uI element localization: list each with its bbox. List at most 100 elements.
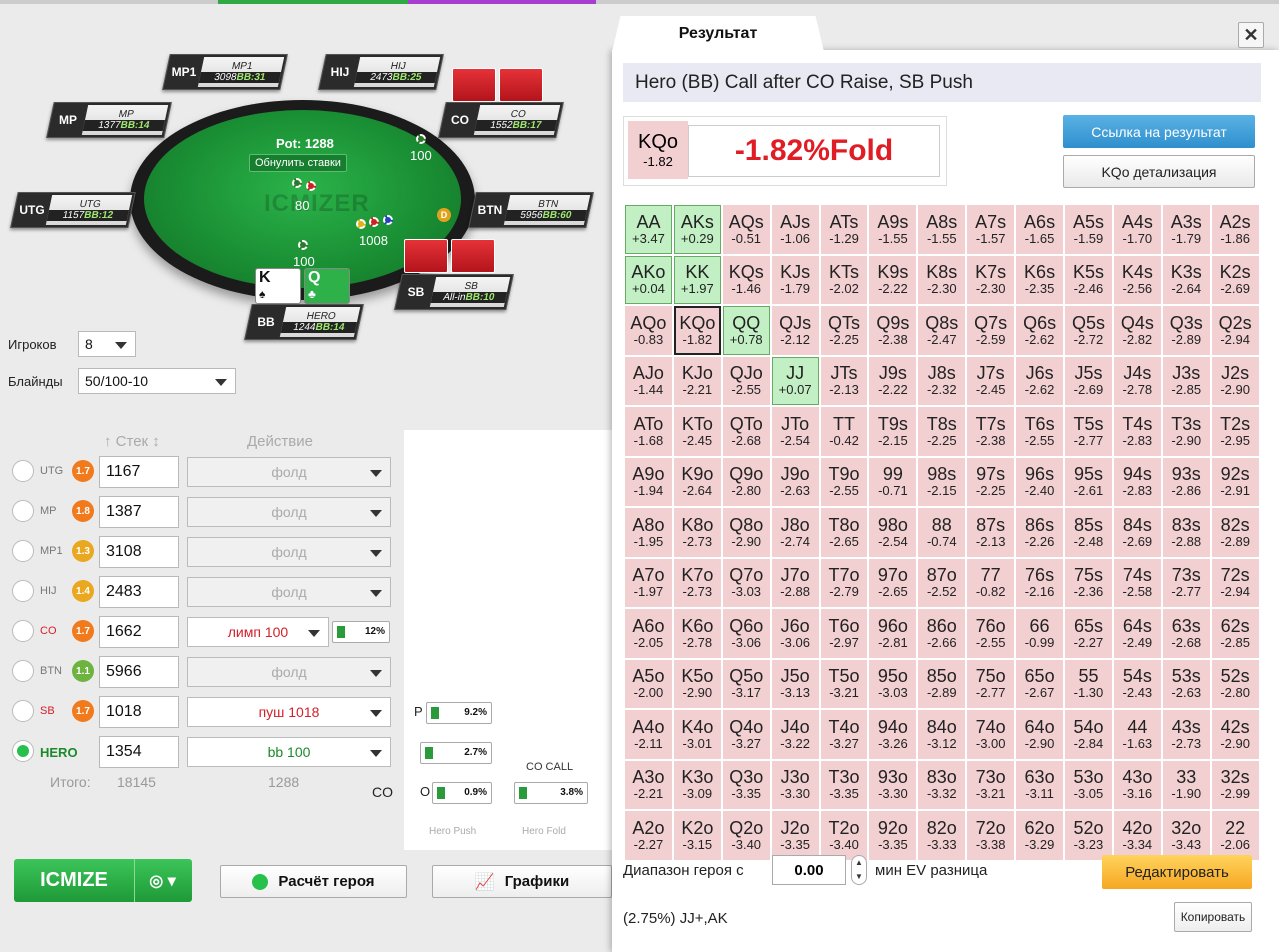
hand-cell[interactable]: J3o -3.30	[771, 760, 819, 809]
hand-cell[interactable]: AKo +0.04	[625, 255, 672, 304]
hand-cell[interactable]: 73s -2.77	[1162, 558, 1210, 607]
hand-cell[interactable]: QJo -2.55	[722, 356, 770, 405]
hand-cell[interactable]: Q6o -3.06	[722, 609, 770, 658]
hand-cell[interactable]: T3o -3.35	[820, 760, 868, 809]
hand-cell[interactable]: T7o -2.79	[820, 558, 868, 607]
hand-cell[interactable]: 87o -2.52	[918, 558, 966, 607]
hand-cell[interactable]: 93o -3.30	[869, 760, 917, 809]
hand-cell[interactable]: Q2o -3.40	[722, 811, 770, 860]
stack-header[interactable]: ↑ Стек ↕	[104, 433, 160, 450]
hand-cell[interactable]: 52o -3.23	[1065, 811, 1112, 860]
hand-cell[interactable]: AJs -1.06	[771, 205, 819, 254]
hand-cell[interactable]: T8o -2.65	[820, 508, 868, 557]
hand-cell[interactable]: 84s -2.69	[1113, 508, 1161, 557]
hand-cell[interactable]: A3o -2.21	[625, 760, 672, 809]
hand-cell[interactable]: AA +3.47	[625, 205, 672, 254]
hand-cell[interactable]: 53s -2.63	[1162, 659, 1210, 708]
hand-cell[interactable]: J5s -2.69	[1065, 356, 1112, 405]
hand-cell[interactable]: 66 -0.99	[1016, 609, 1064, 658]
hand-cell[interactable]: QJs -2.12	[771, 306, 819, 355]
hand-cell[interactable]: 72s -2.94	[1211, 558, 1259, 607]
target-dropdown-icon[interactable]: ◎ ▾	[134, 859, 190, 902]
hand-cell[interactable]: 65o -2.67	[1016, 659, 1064, 708]
hand-cell[interactable]: 54s -2.43	[1113, 659, 1161, 708]
hand-cell[interactable]: K7s -2.30	[967, 255, 1015, 304]
hand-cell[interactable]: K5o -2.90	[673, 659, 721, 708]
hand-cell[interactable]: 87s -2.13	[967, 508, 1015, 557]
hand-cell[interactable]: QTo -2.68	[722, 407, 770, 456]
hand-cell[interactable]: 73o -3.21	[967, 760, 1015, 809]
hand-cell[interactable]: 85s -2.48	[1065, 508, 1112, 557]
hand-cell[interactable]: 44 -1.63	[1113, 710, 1161, 759]
hand-cell[interactable]: Q8s -2.47	[918, 306, 966, 355]
hand-cell[interactable]: K6s -2.35	[1016, 255, 1064, 304]
hand-cell[interactable]: KTo -2.45	[673, 407, 721, 456]
hand-cell[interactable]: KJo -2.21	[673, 356, 721, 405]
hand-cell[interactable]: 92s -2.91	[1211, 457, 1259, 506]
hand-cell[interactable]: T2s -2.95	[1211, 407, 1259, 456]
hand-cell[interactable]: K2o -3.15	[673, 811, 721, 860]
hand-cell[interactable]: 94o -3.26	[869, 710, 917, 759]
hand-cell[interactable]: K3o -3.09	[673, 760, 721, 809]
hand-cell[interactable]: Q4o -3.27	[722, 710, 770, 759]
hand-cell[interactable]: 82o -3.33	[918, 811, 966, 860]
hand-cell[interactable]: J6o -3.06	[771, 609, 819, 658]
player-stack-input[interactable]: 1662	[99, 616, 179, 648]
hand-cell[interactable]: Q9s -2.38	[869, 306, 917, 355]
hand-cell[interactable]: QTs -2.25	[820, 306, 868, 355]
hand-cell[interactable]: 52s -2.80	[1211, 659, 1259, 708]
hand-cell[interactable]: K3s -2.64	[1162, 255, 1210, 304]
hand-cell[interactable]: 43s -2.73	[1162, 710, 1210, 759]
hand-cell[interactable]: Q4s -2.82	[1113, 306, 1161, 355]
player-stack-input[interactable]: 5966	[99, 656, 179, 688]
close-icon[interactable]: ✕	[1238, 22, 1264, 48]
seat-hero[interactable]: BB HERO 1244BB:14	[244, 304, 364, 340]
hand-cell[interactable]: 74o -3.00	[967, 710, 1015, 759]
hand-cell[interactable]: KTs -2.02	[820, 255, 868, 304]
hand-cell[interactable]: 86s -2.26	[1016, 508, 1064, 557]
result-link-button[interactable]: Ссылка на результат	[1063, 115, 1255, 148]
hand-cell[interactable]: Q3o -3.35	[722, 760, 770, 809]
player-stack-input[interactable]: 3108	[99, 536, 179, 568]
hand-cell[interactable]: 96o -2.81	[869, 609, 917, 658]
player-stack-input[interactable]: 1018	[99, 696, 179, 728]
hand-cell[interactable]: A3s -1.79	[1162, 205, 1210, 254]
hand-cell[interactable]: 62o -3.29	[1016, 811, 1064, 860]
seat-utg[interactable]: UTG UTG 1157BB:12	[10, 192, 136, 228]
hand-cell[interactable]: 83s -2.88	[1162, 508, 1210, 557]
hand-cell[interactable]: 75s -2.36	[1065, 558, 1112, 607]
hand-cell[interactable]: Q5o -3.17	[722, 659, 770, 708]
hand-cell[interactable]: A2o -2.27	[625, 811, 672, 860]
seat-btn[interactable]: BTN BTN 5956BB:60	[468, 192, 594, 228]
hand-cell[interactable]: 53o -3.05	[1065, 760, 1112, 809]
hand-cell[interactable]: 95o -3.03	[869, 659, 917, 708]
hand-cell[interactable]: J7s -2.45	[967, 356, 1015, 405]
player-radio[interactable]	[12, 540, 34, 562]
hand-cell[interactable]: 94s -2.83	[1113, 457, 1161, 506]
hand-cell[interactable]: K2s -2.69	[1211, 255, 1259, 304]
player-radio[interactable]	[12, 700, 34, 722]
hand-cell[interactable]: J3s -2.85	[1162, 356, 1210, 405]
hand-cell[interactable]: 42o -3.34	[1113, 811, 1161, 860]
hand-cell[interactable]: 82s -2.89	[1211, 508, 1259, 557]
hand-cell[interactable]: Q7s -2.59	[967, 306, 1015, 355]
hand-cell[interactable]: KK +1.97	[673, 255, 721, 304]
hand-cell[interactable]: QQ +0.78	[722, 306, 770, 355]
hand-cell[interactable]: Q5s -2.72	[1065, 306, 1112, 355]
hand-cell[interactable]: T5o -3.21	[820, 659, 868, 708]
hand-cell[interactable]: J4o -3.22	[771, 710, 819, 759]
hand-cell[interactable]: J5o -3.13	[771, 659, 819, 708]
hand-cell[interactable]: 76o -2.55	[967, 609, 1015, 658]
hand-cell[interactable]: A8s -1.55	[918, 205, 966, 254]
hand-cell[interactable]: J8o -2.74	[771, 508, 819, 557]
hand-cell[interactable]: AQo -0.83	[625, 306, 672, 355]
player-stack-input[interactable]: 1354	[99, 736, 179, 768]
hand-cell[interactable]: A6o -2.05	[625, 609, 672, 658]
hand-cell[interactable]: 64s -2.49	[1113, 609, 1161, 658]
hand-cell[interactable]: 32s -2.99	[1211, 760, 1259, 809]
hand-cell[interactable]: A6s -1.65	[1016, 205, 1064, 254]
hand-cell[interactable]: JTs -2.13	[820, 356, 868, 405]
stepper-icon[interactable]: ▲ ▼	[851, 855, 867, 885]
player-action-select[interactable]: фолд	[187, 497, 391, 527]
hand-cell[interactable]: 54o -2.84	[1065, 710, 1112, 759]
